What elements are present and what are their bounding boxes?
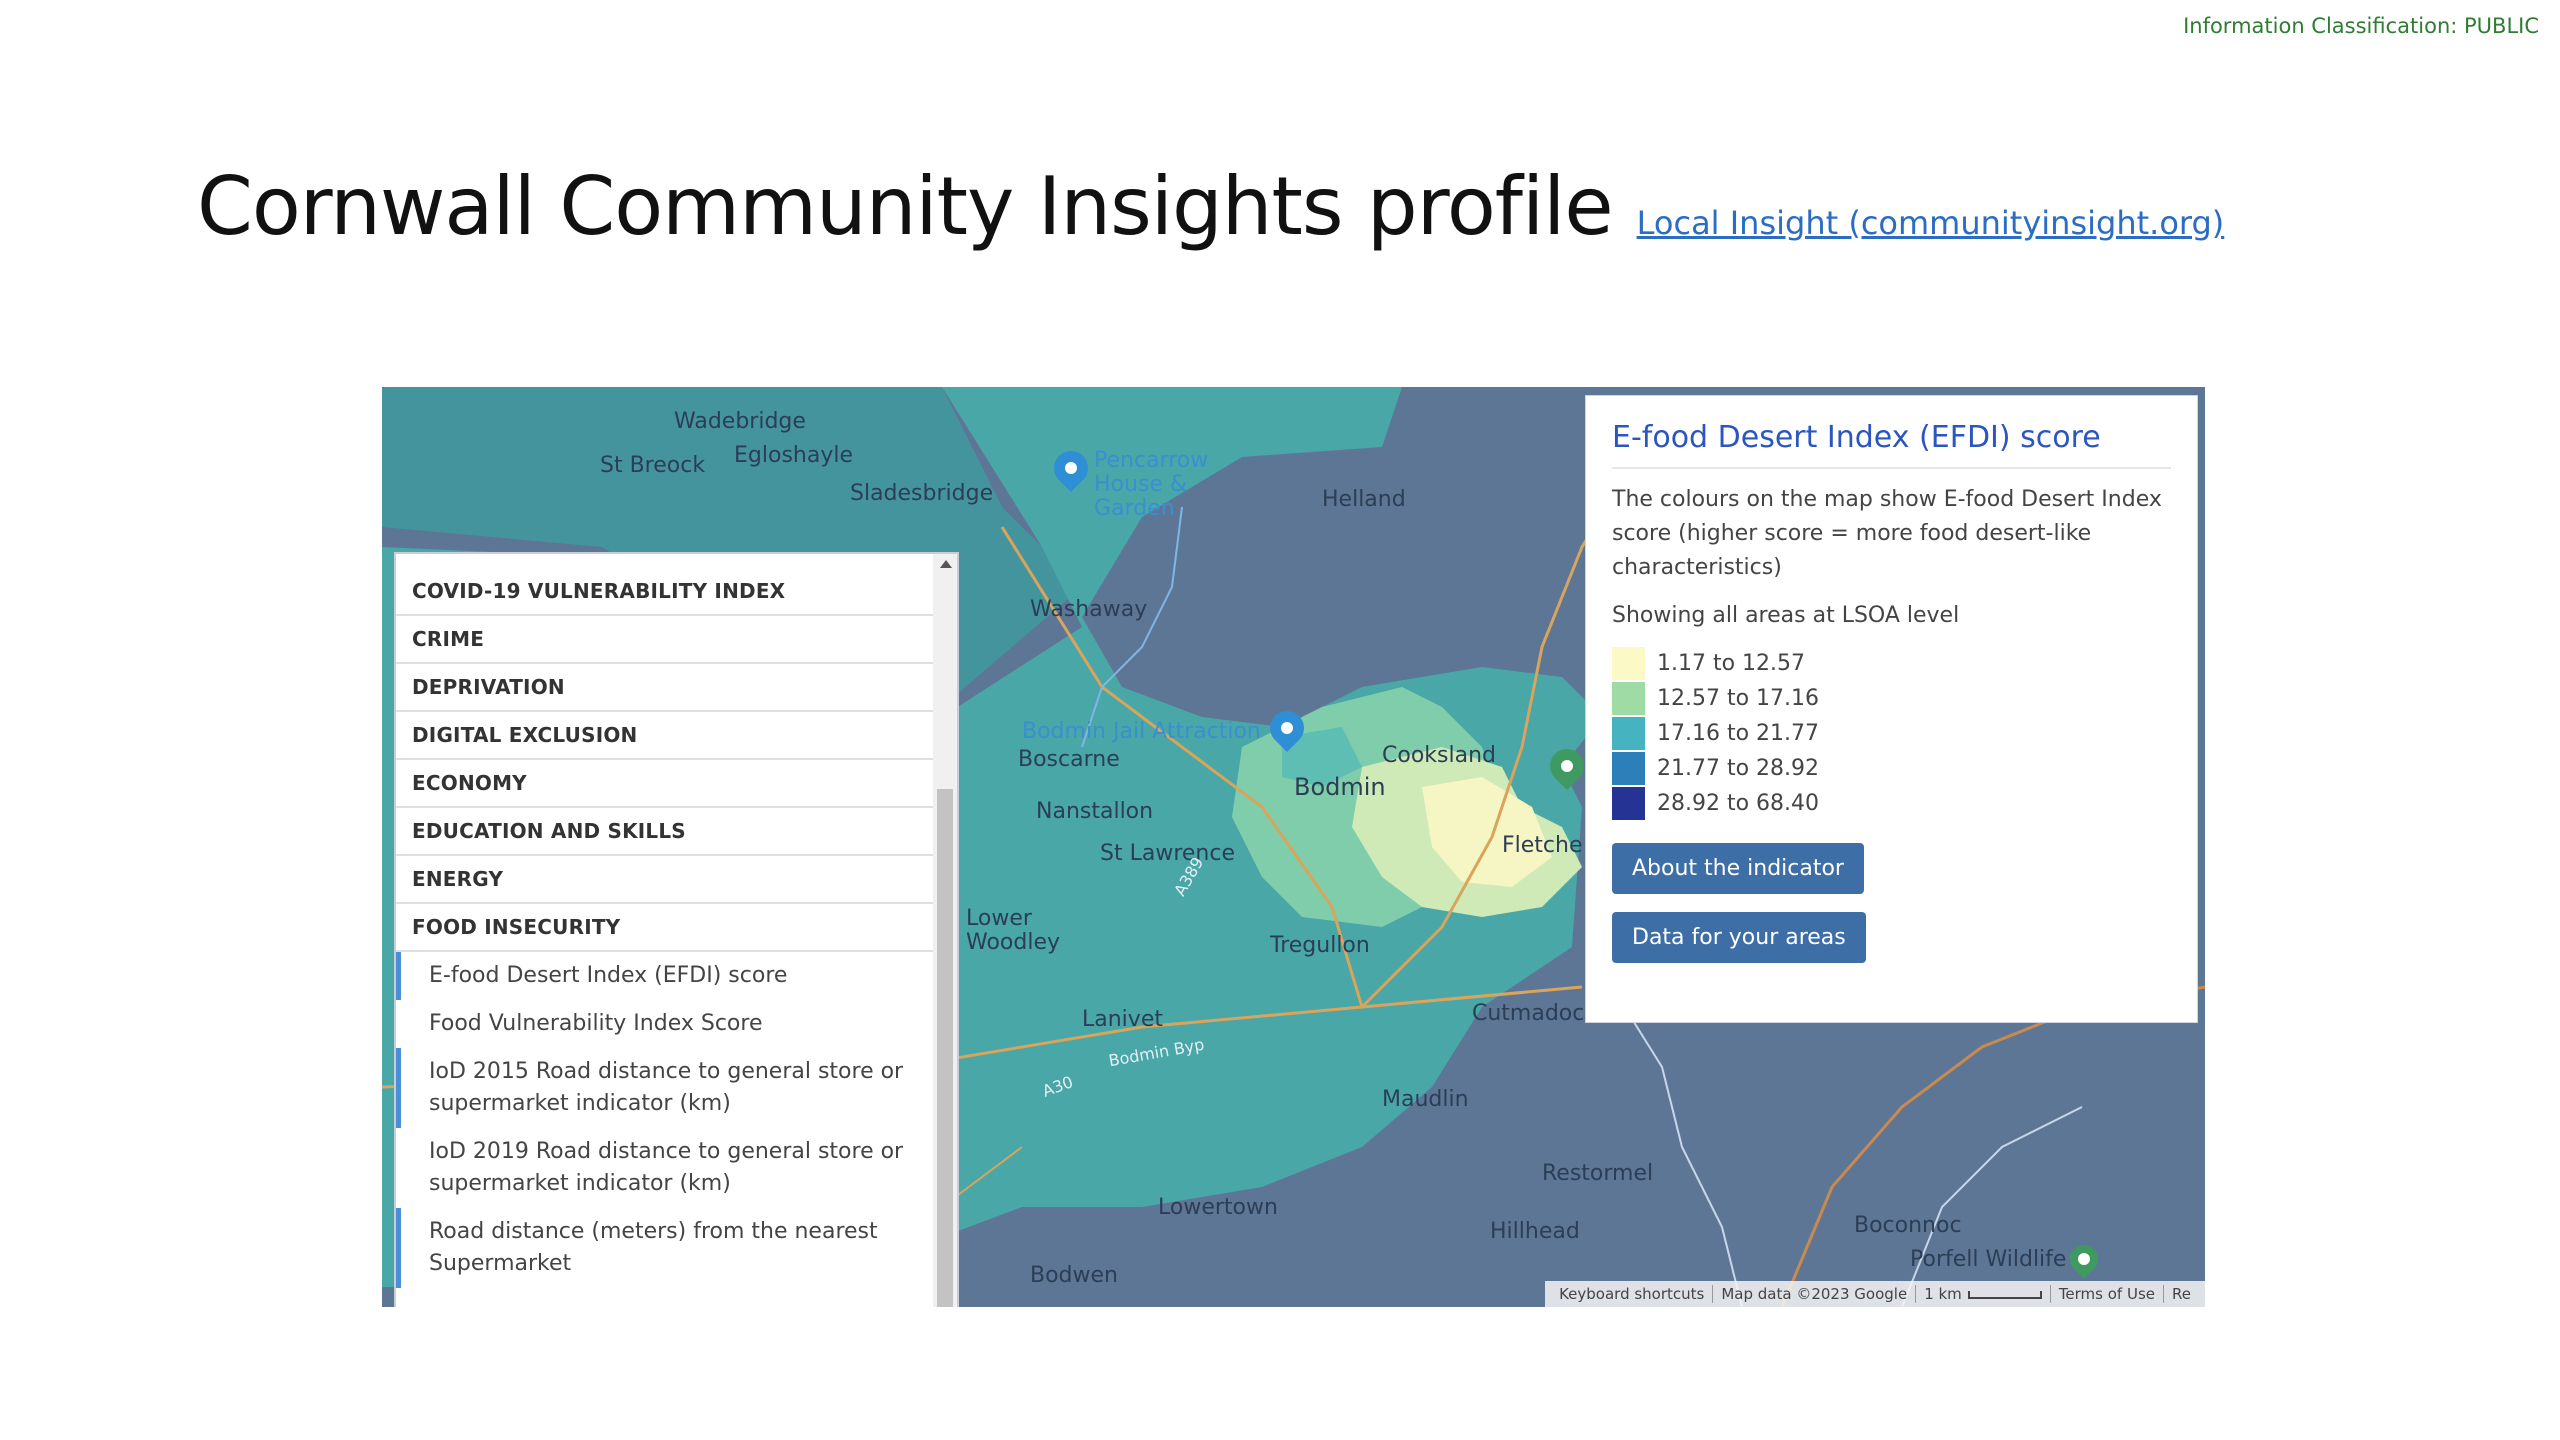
report-link[interactable]: Re: [2164, 1285, 2199, 1303]
legend-range-label: 21.77 to 28.92: [1657, 756, 1820, 781]
map-label-lowertown: Lowertown: [1158, 1195, 1278, 1220]
indicator-iod-2019[interactable]: IoD 2019 Road distance to general store …: [396, 1128, 936, 1208]
indicator-efdi[interactable]: E-food Desert Index (EFDI) score: [396, 952, 936, 1000]
map-label-fletchers: Fletche: [1502, 833, 1583, 858]
legend-row: 12.57 to 17.16: [1612, 681, 2171, 716]
about-indicator-button[interactable]: About the indicator: [1612, 843, 1864, 894]
map-label-boscarne: Boscarne: [1018, 747, 1120, 772]
legend-swatch: [1612, 787, 1645, 820]
map-label-sladesbridge: Sladesbridge: [850, 481, 994, 506]
scroll-thumb[interactable]: [937, 789, 953, 1307]
legend-level-note: Showing all areas at LSOA level: [1612, 603, 1960, 628]
map-label-restormel: Restormel: [1542, 1161, 1654, 1186]
map-label-st-lawrence: St Lawrence: [1100, 841, 1235, 866]
map-data-credit: Map data ©2023 Google: [1713, 1285, 1917, 1303]
legend-range-label: 12.57 to 17.16: [1657, 686, 1820, 711]
category-food-insecurity[interactable]: FOOD INSECURITY: [396, 904, 936, 952]
scale-indicator[interactable]: 1 km: [1916, 1285, 2051, 1303]
legend-row: 28.92 to 68.40: [1612, 786, 2171, 821]
indicator-food-vulnerability[interactable]: Food Vulnerability Index Score: [396, 1000, 936, 1048]
map-screenshot[interactable]: Wadebridge Egloshayle St Breock Sladesbr…: [382, 387, 2205, 1307]
legend-ranges: 1.17 to 12.57 12.57 to 17.16 17.16 to 21…: [1612, 646, 2171, 821]
indicator-supermarket-distance[interactable]: Road distance (meters) from the nearest …: [396, 1208, 936, 1288]
map-label-bodwen: Bodwen: [1030, 1263, 1118, 1288]
map-attribution: Keyboard shortcuts Map data ©2023 Google…: [1545, 1281, 2205, 1307]
map-label-nanstallon: Nanstallon: [1036, 799, 1154, 824]
category-education-skills[interactable]: EDUCATION AND SKILLS: [396, 808, 936, 856]
category-deprivation[interactable]: DEPRIVATION: [396, 664, 936, 712]
terms-link[interactable]: Terms of Use: [2051, 1285, 2165, 1303]
legend-swatch: [1612, 752, 1645, 785]
legend-panel: E-food Desert Index (EFDI) score The col…: [1585, 395, 2198, 1023]
map-label-bodmin-jail: Bodmin Jail Attraction: [1022, 719, 1261, 744]
map-label-pencarrow: Pencarrow House & Garden: [1094, 448, 1209, 521]
map-label-hillhead: Hillhead: [1490, 1219, 1580, 1244]
panel-scrollbar[interactable]: [933, 554, 957, 1307]
legend-description: The colours on the map show E-food Deser…: [1612, 487, 2162, 580]
category-energy[interactable]: ENERGY: [396, 856, 936, 904]
map-label-egloshayle: Egloshayle: [734, 443, 853, 468]
map-label-tregullon: Tregullon: [1270, 933, 1370, 958]
map-label-washaway: Washaway: [1030, 597, 1148, 622]
map-label-wadebridge: Wadebridge: [674, 409, 806, 434]
map-label-porfell: Porfell Wildlife: [1910, 1247, 2067, 1272]
scale-bar-icon: [1967, 1290, 2042, 1299]
legend-swatch: [1612, 682, 1645, 715]
category-list: COVID-19 VULNERABILITY INDEX CRIME DEPRI…: [396, 568, 936, 1288]
data-for-areas-button[interactable]: Data for your areas: [1612, 912, 1866, 963]
map-label-lanivet: Lanivet: [1082, 1007, 1163, 1032]
map-label-maudlin: Maudlin: [1382, 1087, 1469, 1112]
map-label-cooksland: Cooksland: [1382, 743, 1496, 768]
legend-title: E-food Desert Index (EFDI) score: [1612, 420, 2171, 469]
legend-row: 17.16 to 21.77: [1612, 716, 2171, 751]
scale-label: 1 km: [1924, 1285, 1962, 1303]
category-crime[interactable]: CRIME: [396, 616, 936, 664]
category-economy[interactable]: ECONOMY: [396, 760, 936, 808]
category-digital-exclusion[interactable]: DIGITAL EXCLUSION: [396, 712, 936, 760]
map-label-lower-woodley: Lower Woodley: [966, 906, 1061, 955]
map-label-boconnoc: Boconnoc: [1854, 1213, 1962, 1238]
keyboard-shortcuts-link[interactable]: Keyboard shortcuts: [1551, 1285, 1714, 1303]
indicator-iod-2015[interactable]: IoD 2015 Road distance to general store …: [396, 1048, 936, 1128]
category-panel[interactable]: COVID-19 VULNERABILITY INDEX CRIME DEPRI…: [394, 552, 959, 1307]
map-label-helland: Helland: [1322, 487, 1406, 512]
community-insight-link[interactable]: Local Insight (communityinsight.org): [1637, 204, 2225, 242]
title-row: Cornwall Community Insights profile Loca…: [197, 160, 2224, 270]
scroll-up-arrow-icon[interactable]: [940, 560, 952, 568]
legend-range-label: 1.17 to 12.57: [1657, 651, 1806, 676]
map-label-st-breock: St Breock: [600, 453, 706, 478]
map-label-cutmadoc: Cutmadoc: [1472, 1001, 1585, 1026]
legend-swatch: [1612, 717, 1645, 750]
legend-row: 21.77 to 28.92: [1612, 751, 2171, 786]
page-title: Cornwall Community Insights profile: [197, 160, 1614, 253]
classification-label: Information Classification: PUBLIC: [2183, 14, 2539, 38]
map-label-bodmin: Bodmin: [1294, 773, 1386, 801]
legend-range-label: 17.16 to 21.77: [1657, 721, 1820, 746]
legend-swatch: [1612, 647, 1645, 680]
legend-range-label: 28.92 to 68.40: [1657, 791, 1820, 816]
category-covid[interactable]: COVID-19 VULNERABILITY INDEX: [396, 568, 936, 616]
legend-row: 1.17 to 12.57: [1612, 646, 2171, 681]
